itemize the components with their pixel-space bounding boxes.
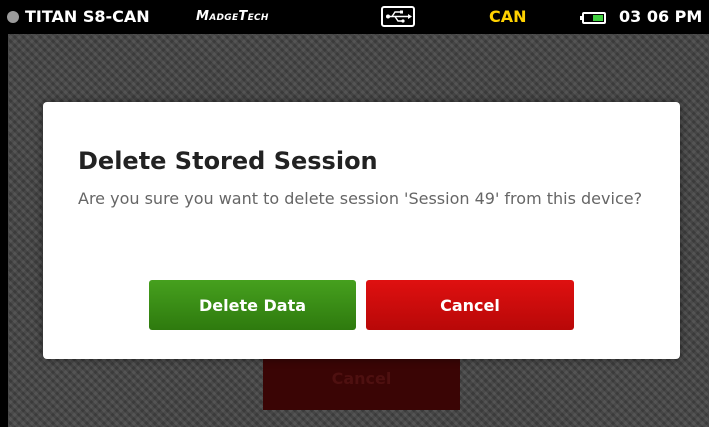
battery-icon (580, 12, 606, 24)
delete-session-dialog: Delete Stored Session Are you sure you w… (43, 102, 680, 359)
status-dot-icon (7, 11, 19, 23)
cancel-button[interactable]: Cancel (366, 280, 574, 330)
clock: 03 06 PM (619, 7, 703, 26)
brand-logo: MadgeTech (196, 9, 269, 24)
usb-icon (381, 6, 415, 27)
delete-data-button[interactable]: Delete Data (149, 280, 356, 330)
background-cancel-button: Cancel (263, 358, 460, 410)
dialog-title: Delete Stored Session (78, 147, 378, 175)
status-bar: TITAN S8-CAN MadgeTech CAN 03 06 PM (0, 0, 709, 34)
mode-label: CAN (489, 7, 527, 26)
dialog-message: Are you sure you want to delete session … (78, 189, 643, 208)
device-name: TITAN S8-CAN (25, 7, 150, 26)
